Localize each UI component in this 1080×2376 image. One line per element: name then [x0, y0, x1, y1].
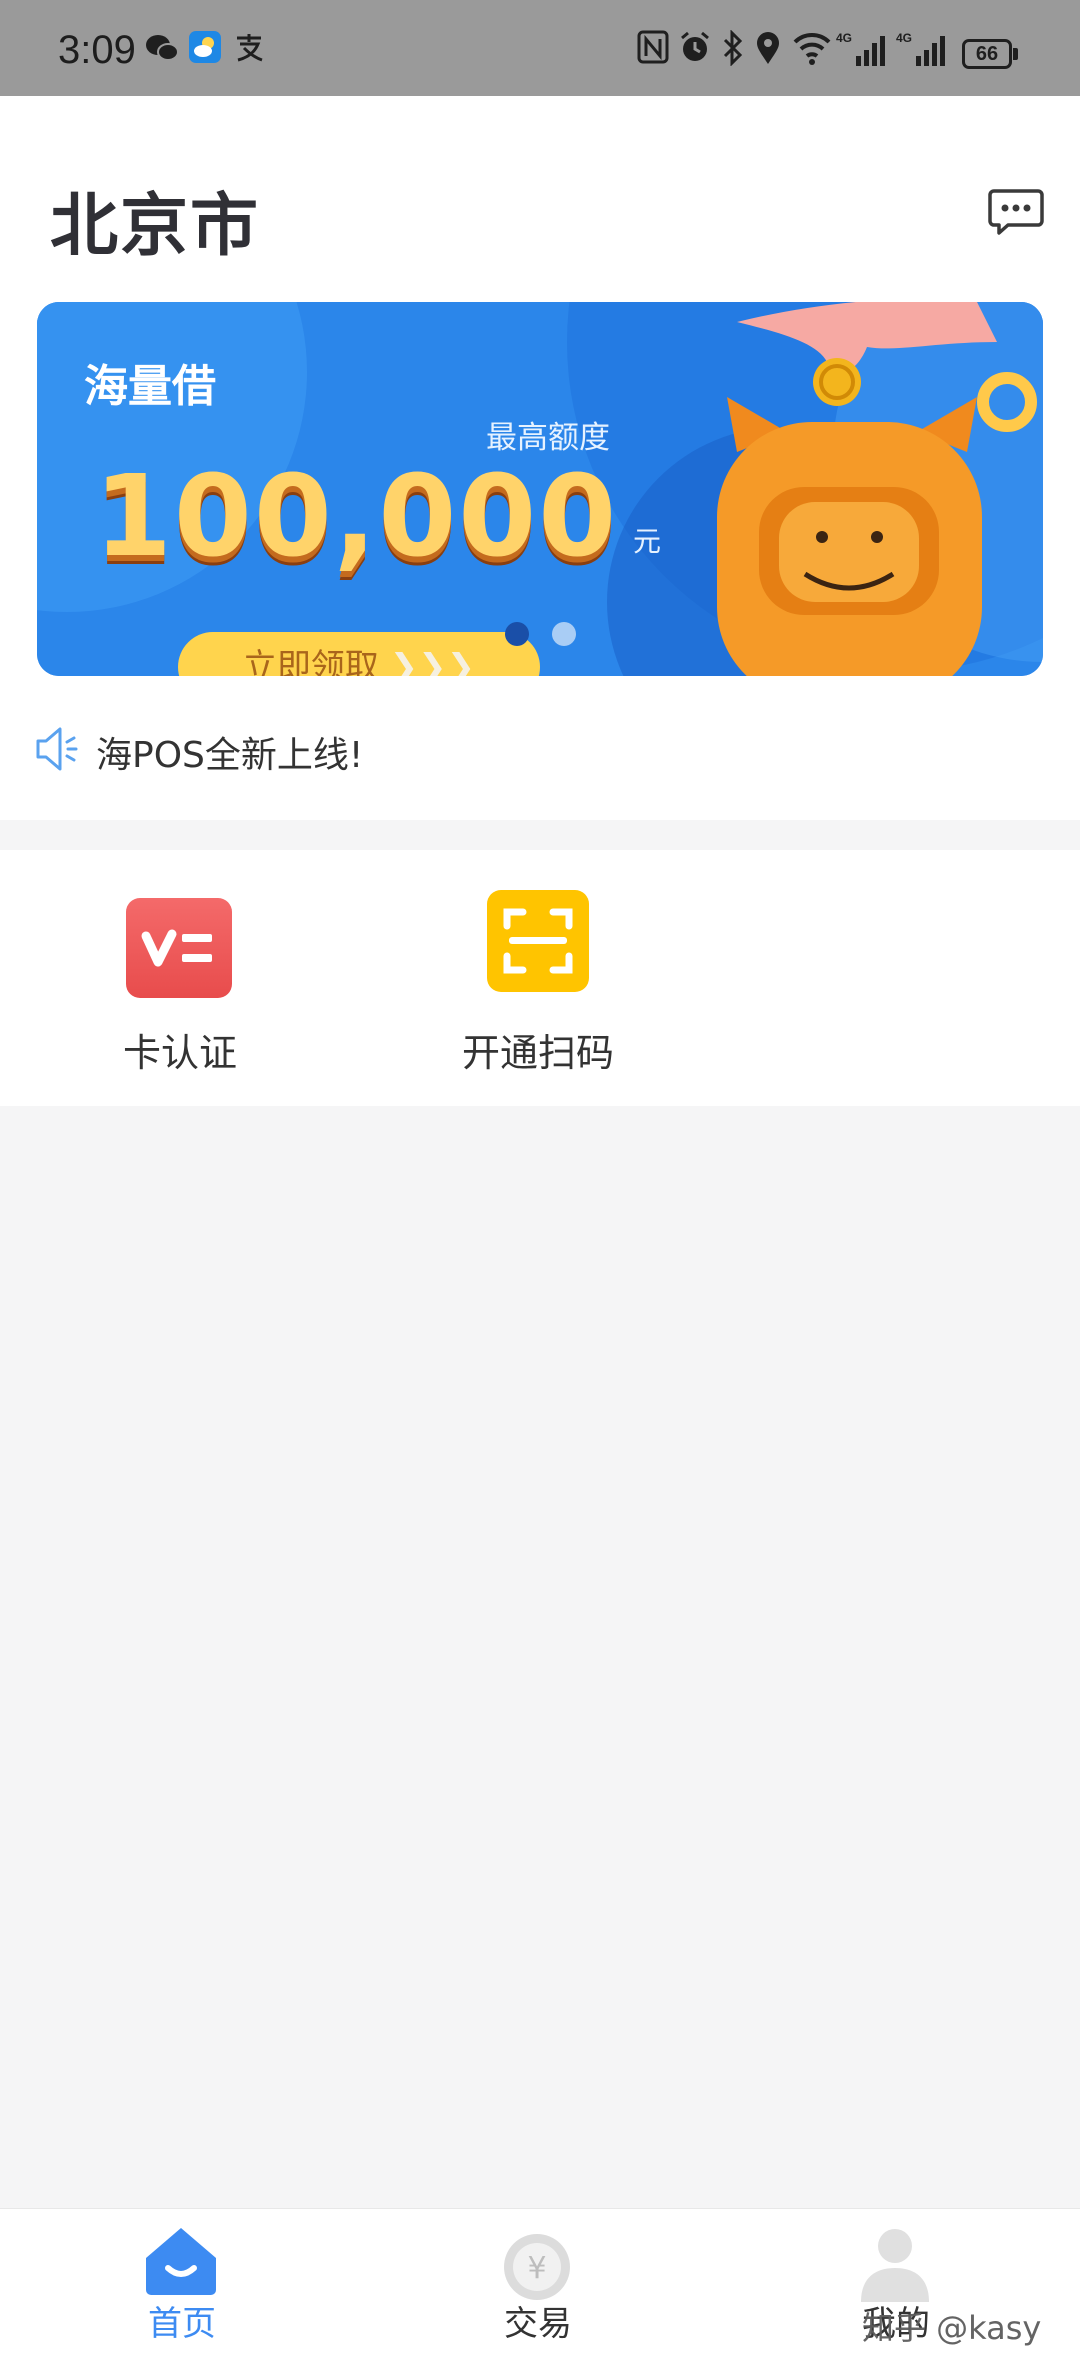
- svg-text:4G: 4G: [896, 31, 912, 45]
- banner-title: 海量借: [84, 361, 216, 412]
- carousel-dot-active[interactable]: [505, 622, 529, 646]
- alarm-icon: [678, 30, 712, 68]
- banner-cta-label: 立即领取: [242, 647, 379, 676]
- wifi-icon: [792, 30, 832, 68]
- banner-subtitle: 最高额度: [486, 420, 610, 456]
- tab-home[interactable]: 首页: [122, 2296, 242, 2345]
- scan-icon: [487, 890, 589, 992]
- alipay-icon: [232, 30, 266, 68]
- bluetooth-icon: [720, 29, 746, 68]
- card-verify-button[interactable]: [126, 898, 232, 998]
- status-time: 3:09: [58, 28, 136, 72]
- speaker-icon: [34, 724, 80, 774]
- watermark: 知乎 @kasy: [862, 2309, 1042, 2347]
- wechat-icon: [144, 30, 180, 68]
- battery-indicator: 66: [962, 39, 1012, 69]
- card-verify-icon: [126, 898, 232, 998]
- yuan-coin-icon[interactable]: ¥: [502, 2232, 572, 2306]
- home-icon[interactable]: [144, 2226, 218, 2300]
- signal-4g-icon: 4G: [896, 30, 948, 68]
- scan-open-label[interactable]: 开通扫码: [438, 1022, 638, 1077]
- city-selector[interactable]: 北京市: [50, 170, 260, 269]
- svg-text:¥: ¥: [527, 2251, 546, 2286]
- card-verify-label[interactable]: 卡认证: [80, 1022, 280, 1077]
- location-icon: [754, 30, 782, 68]
- user-icon[interactable]: [857, 2228, 933, 2306]
- weather-app-icon: [188, 30, 222, 68]
- banner-cta-clip: 立即领取 ❯❯❯: [37, 632, 1043, 676]
- signal-4g-icon: 4G: [836, 30, 888, 68]
- battery-tip: [1013, 48, 1018, 60]
- carousel-dot[interactable]: [552, 622, 576, 646]
- notice-text[interactable]: 海POS全新上线!: [96, 726, 363, 778]
- chat-bubble-icon[interactable]: [988, 188, 1044, 236]
- svg-text:4G: 4G: [836, 31, 852, 45]
- banner-cta-button[interactable]: 立即领取 ❯❯❯: [178, 632, 540, 676]
- banner-unit: 元: [633, 525, 662, 558]
- scan-open-button[interactable]: [487, 890, 589, 992]
- chevrons-right-icon: ❯❯❯: [389, 647, 476, 676]
- banner-amount: 100,000: [94, 452, 619, 582]
- tab-trade[interactable]: 交易: [478, 2296, 598, 2345]
- nfc-icon: [637, 30, 669, 68]
